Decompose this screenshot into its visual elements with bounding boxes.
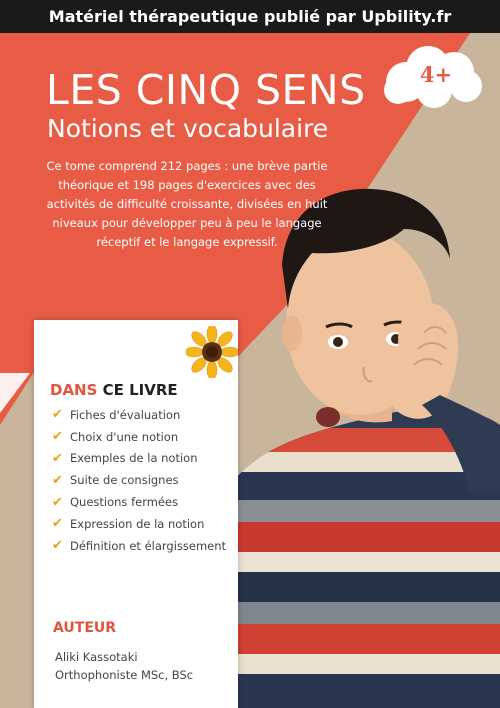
feature-label: Expression de la notion: [70, 516, 205, 531]
feature-label: Questions fermées: [70, 495, 179, 510]
feature-label: Fiches d'évaluation: [70, 407, 181, 422]
checkmark-icon: ✔: [52, 429, 63, 445]
feature-label: Exemples de la notion: [70, 451, 198, 466]
age-badge: 4+: [419, 62, 453, 87]
list-item: ✔ Suite de consignes: [52, 469, 226, 491]
checkmark-icon: ✔: [52, 407, 63, 423]
list-item: ✔ Exemples de la notion: [52, 448, 226, 470]
feature-label: Définition et élargissement: [70, 538, 227, 553]
sunflower-icon: [186, 326, 238, 378]
publisher-banner[interactable]: Matériel thérapeutique publié par Upbili…: [0, 0, 500, 33]
list-item: ✔ Questions fermées: [52, 491, 226, 513]
author-name: Aliki Kassotaki: [55, 650, 138, 664]
cover-description: Ce tome comprend 212 pages : une brève p…: [46, 159, 328, 249]
checkmark-icon: ✔: [52, 538, 63, 554]
list-item: ✔ Fiches d'évaluation: [52, 404, 226, 426]
checkmark-icon: ✔: [52, 450, 63, 466]
book-heading-rest: CE LIVRE: [97, 381, 178, 399]
author-heading: AUTEUR: [53, 620, 117, 636]
book-section-heading: DANS CE LIVRE: [50, 381, 178, 399]
feature-list: ✔ Fiches d'évaluation ✔ Choix d'une notion…: [52, 404, 226, 557]
checkmark-icon: ✔: [52, 516, 63, 532]
list-item: ✔ Définition et élargissement: [52, 535, 226, 557]
book-cover: Matériel thérapeutique publié par Upbili…: [0, 0, 500, 708]
list-item: ✔ Expression de la notion: [52, 513, 226, 535]
checkmark-icon: ✔: [52, 494, 63, 510]
list-item: ✔ Choix d'une notion: [52, 426, 226, 448]
checkmark-icon: ✔: [52, 472, 63, 488]
author-title: Orthophoniste MSc, BSc: [55, 668, 194, 682]
feature-label: Choix d'une notion: [70, 429, 179, 444]
cover-subtitle: Notions et vocabulaire: [47, 114, 329, 143]
cover-title: LES CINQ SENS: [46, 66, 366, 114]
book-heading-accent: DANS: [50, 381, 98, 399]
feature-label: Suite de consignes: [70, 473, 179, 488]
